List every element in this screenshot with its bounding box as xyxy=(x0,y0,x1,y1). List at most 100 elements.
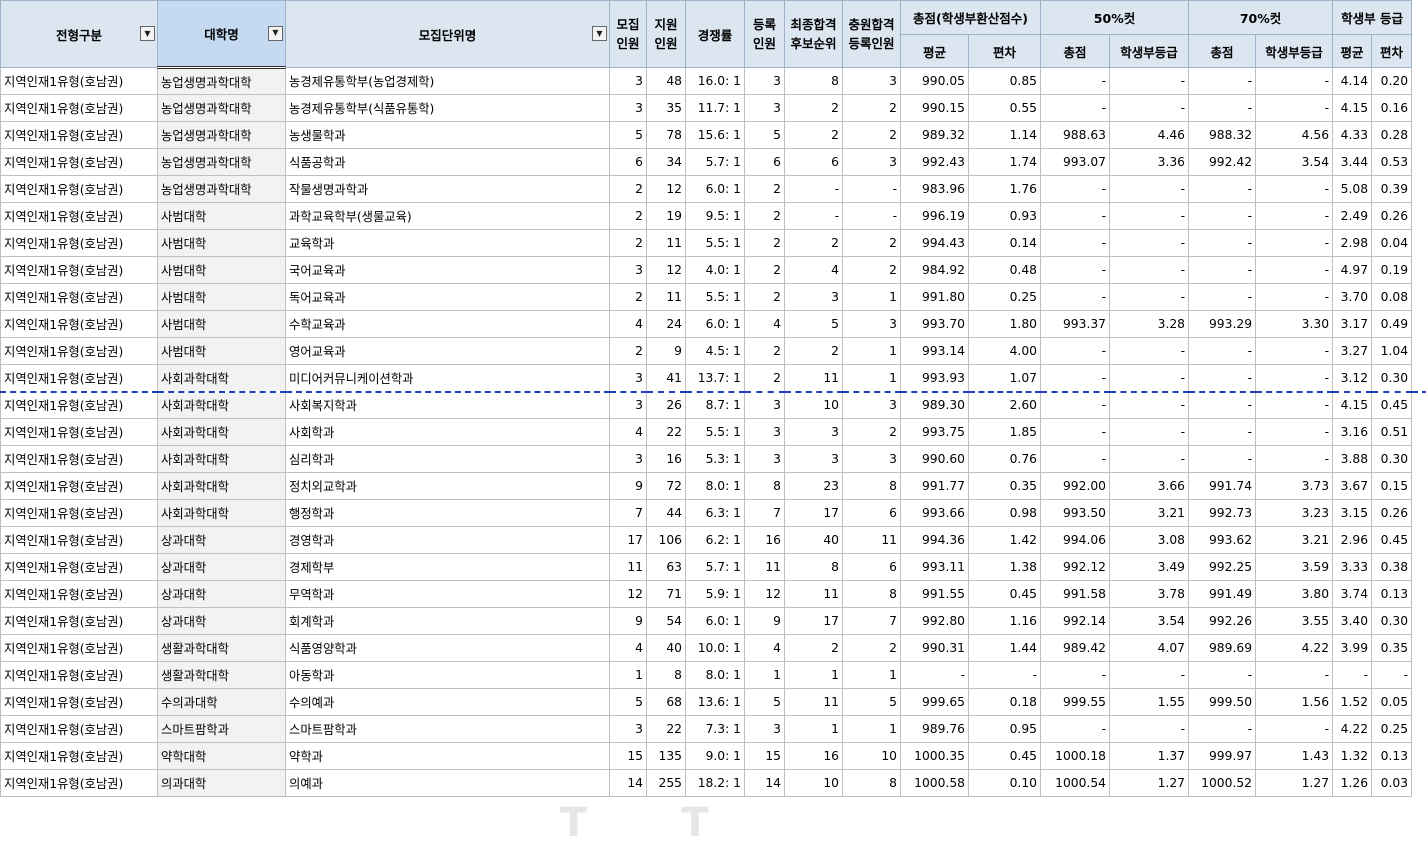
cell-total-dev[interactable]: 0.10 xyxy=(969,770,1041,797)
cell-mojip-danwi[interactable]: 수학교육과 xyxy=(286,311,610,338)
cell-cut70-total[interactable]: - xyxy=(1189,338,1256,365)
cell-mojip-inwon[interactable]: 2 xyxy=(610,176,647,203)
cell-cut70-grade[interactable]: - xyxy=(1256,203,1333,230)
cell-jiwon-inwon[interactable]: 68 xyxy=(647,689,686,716)
cell-deungrok-inwon[interactable]: 8 xyxy=(745,473,785,500)
cell-total-dev[interactable]: 1.74 xyxy=(969,149,1041,176)
cell-cut70-grade[interactable]: 4.56 xyxy=(1256,122,1333,149)
cell-total-dev[interactable]: 1.44 xyxy=(969,635,1041,662)
cell-deungrok-inwon[interactable]: 4 xyxy=(745,311,785,338)
cell-total-avg[interactable]: 984.92 xyxy=(901,257,969,284)
cell-cut70-grade[interactable]: - xyxy=(1256,176,1333,203)
cell-total-dev[interactable]: 0.25 xyxy=(969,284,1041,311)
cell-gyeongjaeng[interactable]: 7.3: 1 xyxy=(686,716,745,743)
cell-choejong[interactable]: 8 xyxy=(785,554,843,581)
cell-choejong[interactable]: 2 xyxy=(785,635,843,662)
cell-deungrok-inwon[interactable]: 2 xyxy=(745,284,785,311)
cell-cut50-grade[interactable]: - xyxy=(1110,257,1189,284)
cell-grade-avg[interactable]: 3.88 xyxy=(1333,446,1372,473)
cell-mojip-inwon[interactable]: 2 xyxy=(610,230,647,257)
cell-jiwon-inwon[interactable]: 41 xyxy=(647,365,686,392)
cell-chungwon[interactable]: 3 xyxy=(843,311,901,338)
cell-cut70-grade[interactable]: - xyxy=(1256,257,1333,284)
cell-jeonhyeong[interactable]: 지역인재1유형(호남권) xyxy=(1,770,158,797)
cell-total-avg[interactable]: 994.36 xyxy=(901,527,969,554)
cell-choejong[interactable]: - xyxy=(785,176,843,203)
cell-deungrok-inwon[interactable]: 2 xyxy=(745,203,785,230)
cell-cut50-grade[interactable]: 3.66 xyxy=(1110,473,1189,500)
cell-mojip-inwon[interactable]: 1 xyxy=(610,662,647,689)
cell-deungrok-inwon[interactable]: 6 xyxy=(745,149,785,176)
cell-mojip-danwi[interactable]: 영어교육과 xyxy=(286,338,610,365)
cell-jeonhyeong[interactable]: 지역인재1유형(호남권) xyxy=(1,500,158,527)
cell-cut50-total[interactable]: - xyxy=(1041,419,1110,446)
cell-cut70-total[interactable]: - xyxy=(1189,257,1256,284)
cell-chungwon[interactable]: 3 xyxy=(843,392,901,419)
cell-cut50-grade[interactable]: 1.37 xyxy=(1110,743,1189,770)
cell-total-dev[interactable]: 0.95 xyxy=(969,716,1041,743)
cell-jeonhyeong[interactable]: 지역인재1유형(호남권) xyxy=(1,230,158,257)
cell-mojip-danwi[interactable]: 사회복지학과 xyxy=(286,392,610,419)
cell-daehak[interactable]: 사회과학대학 xyxy=(158,446,286,473)
cell-grade-dev[interactable]: 0.26 xyxy=(1372,203,1412,230)
cell-mojip-danwi[interactable]: 농경제유통학부(농업경제학) xyxy=(286,68,610,95)
cell-cut50-total[interactable]: - xyxy=(1041,257,1110,284)
cell-mojip-danwi[interactable]: 교육학과 xyxy=(286,230,610,257)
cell-cut70-grade[interactable]: 3.23 xyxy=(1256,500,1333,527)
cell-mojip-danwi[interactable]: 농경제유통학부(식품유통학) xyxy=(286,95,610,122)
cell-mojip-danwi[interactable]: 경제학부 xyxy=(286,554,610,581)
cell-jiwon-inwon[interactable]: 54 xyxy=(647,608,686,635)
cell-mojip-danwi[interactable]: 행정학과 xyxy=(286,500,610,527)
cell-total-avg[interactable]: 991.80 xyxy=(901,284,969,311)
cell-cut70-grade[interactable]: 1.27 xyxy=(1256,770,1333,797)
cell-deungrok-inwon[interactable]: 7 xyxy=(745,500,785,527)
cell-jeonhyeong[interactable]: 지역인재1유형(호남권) xyxy=(1,689,158,716)
cell-grade-avg[interactable]: 1.52 xyxy=(1333,689,1372,716)
cell-deungrok-inwon[interactable]: 14 xyxy=(745,770,785,797)
cell-choejong[interactable]: 3 xyxy=(785,446,843,473)
cell-mojip-danwi[interactable]: 정치외교학과 xyxy=(286,473,610,500)
cell-cut50-total[interactable]: 1000.54 xyxy=(1041,770,1110,797)
cell-mojip-inwon[interactable]: 4 xyxy=(610,419,647,446)
cell-cut50-total[interactable]: 999.55 xyxy=(1041,689,1110,716)
cell-gyeongjaeng[interactable]: 5.7: 1 xyxy=(686,554,745,581)
cell-gyeongjaeng[interactable]: 6.3: 1 xyxy=(686,500,745,527)
cell-jiwon-inwon[interactable]: 106 xyxy=(647,527,686,554)
cell-cut50-grade[interactable]: 3.21 xyxy=(1110,500,1189,527)
cell-cut70-total[interactable]: - xyxy=(1189,203,1256,230)
cell-jeonhyeong[interactable]: 지역인재1유형(호남권) xyxy=(1,122,158,149)
cell-cut70-grade[interactable]: - xyxy=(1256,95,1333,122)
cell-mojip-danwi[interactable]: 무역학과 xyxy=(286,581,610,608)
cell-jiwon-inwon[interactable]: 72 xyxy=(647,473,686,500)
cell-cut50-total[interactable]: - xyxy=(1041,365,1110,392)
cell-deungrok-inwon[interactable]: 3 xyxy=(745,419,785,446)
cell-total-avg[interactable]: 990.05 xyxy=(901,68,969,95)
cell-grade-avg[interactable]: 3.12 xyxy=(1333,365,1372,392)
cell-cut70-total[interactable]: 993.62 xyxy=(1189,527,1256,554)
cell-grade-dev[interactable]: 0.19 xyxy=(1372,257,1412,284)
cell-daehak[interactable]: 농업생명과학대학 xyxy=(158,68,286,95)
cell-cut50-total[interactable]: 989.42 xyxy=(1041,635,1110,662)
cell-total-avg[interactable]: 992.43 xyxy=(901,149,969,176)
cell-total-dev[interactable]: 1.76 xyxy=(969,176,1041,203)
cell-cut70-grade[interactable]: - xyxy=(1256,338,1333,365)
cell-daehak[interactable]: 상과대학 xyxy=(158,581,286,608)
cell-jiwon-inwon[interactable]: 11 xyxy=(647,284,686,311)
cell-total-avg[interactable]: 993.14 xyxy=(901,338,969,365)
cell-grade-avg[interactable]: 1.26 xyxy=(1333,770,1372,797)
cell-daehak[interactable]: 생활과학대학 xyxy=(158,662,286,689)
cell-daehak[interactable]: 사회과학대학 xyxy=(158,473,286,500)
cell-choejong[interactable]: 3 xyxy=(785,284,843,311)
cell-gyeongjaeng[interactable]: 5.5: 1 xyxy=(686,419,745,446)
cell-deungrok-inwon[interactable]: 2 xyxy=(745,230,785,257)
cell-gyeongjaeng[interactable]: 5.3: 1 xyxy=(686,446,745,473)
cell-cut70-total[interactable]: - xyxy=(1189,230,1256,257)
cell-cut70-grade[interactable]: 1.43 xyxy=(1256,743,1333,770)
cell-deungrok-inwon[interactable]: 2 xyxy=(745,176,785,203)
cell-cut50-total[interactable]: - xyxy=(1041,230,1110,257)
cell-cut70-total[interactable]: - xyxy=(1189,365,1256,392)
cell-total-dev[interactable]: 1.38 xyxy=(969,554,1041,581)
cell-jiwon-inwon[interactable]: 35 xyxy=(647,95,686,122)
cell-deungrok-inwon[interactable]: 4 xyxy=(745,635,785,662)
cell-grade-avg[interactable]: 3.44 xyxy=(1333,149,1372,176)
